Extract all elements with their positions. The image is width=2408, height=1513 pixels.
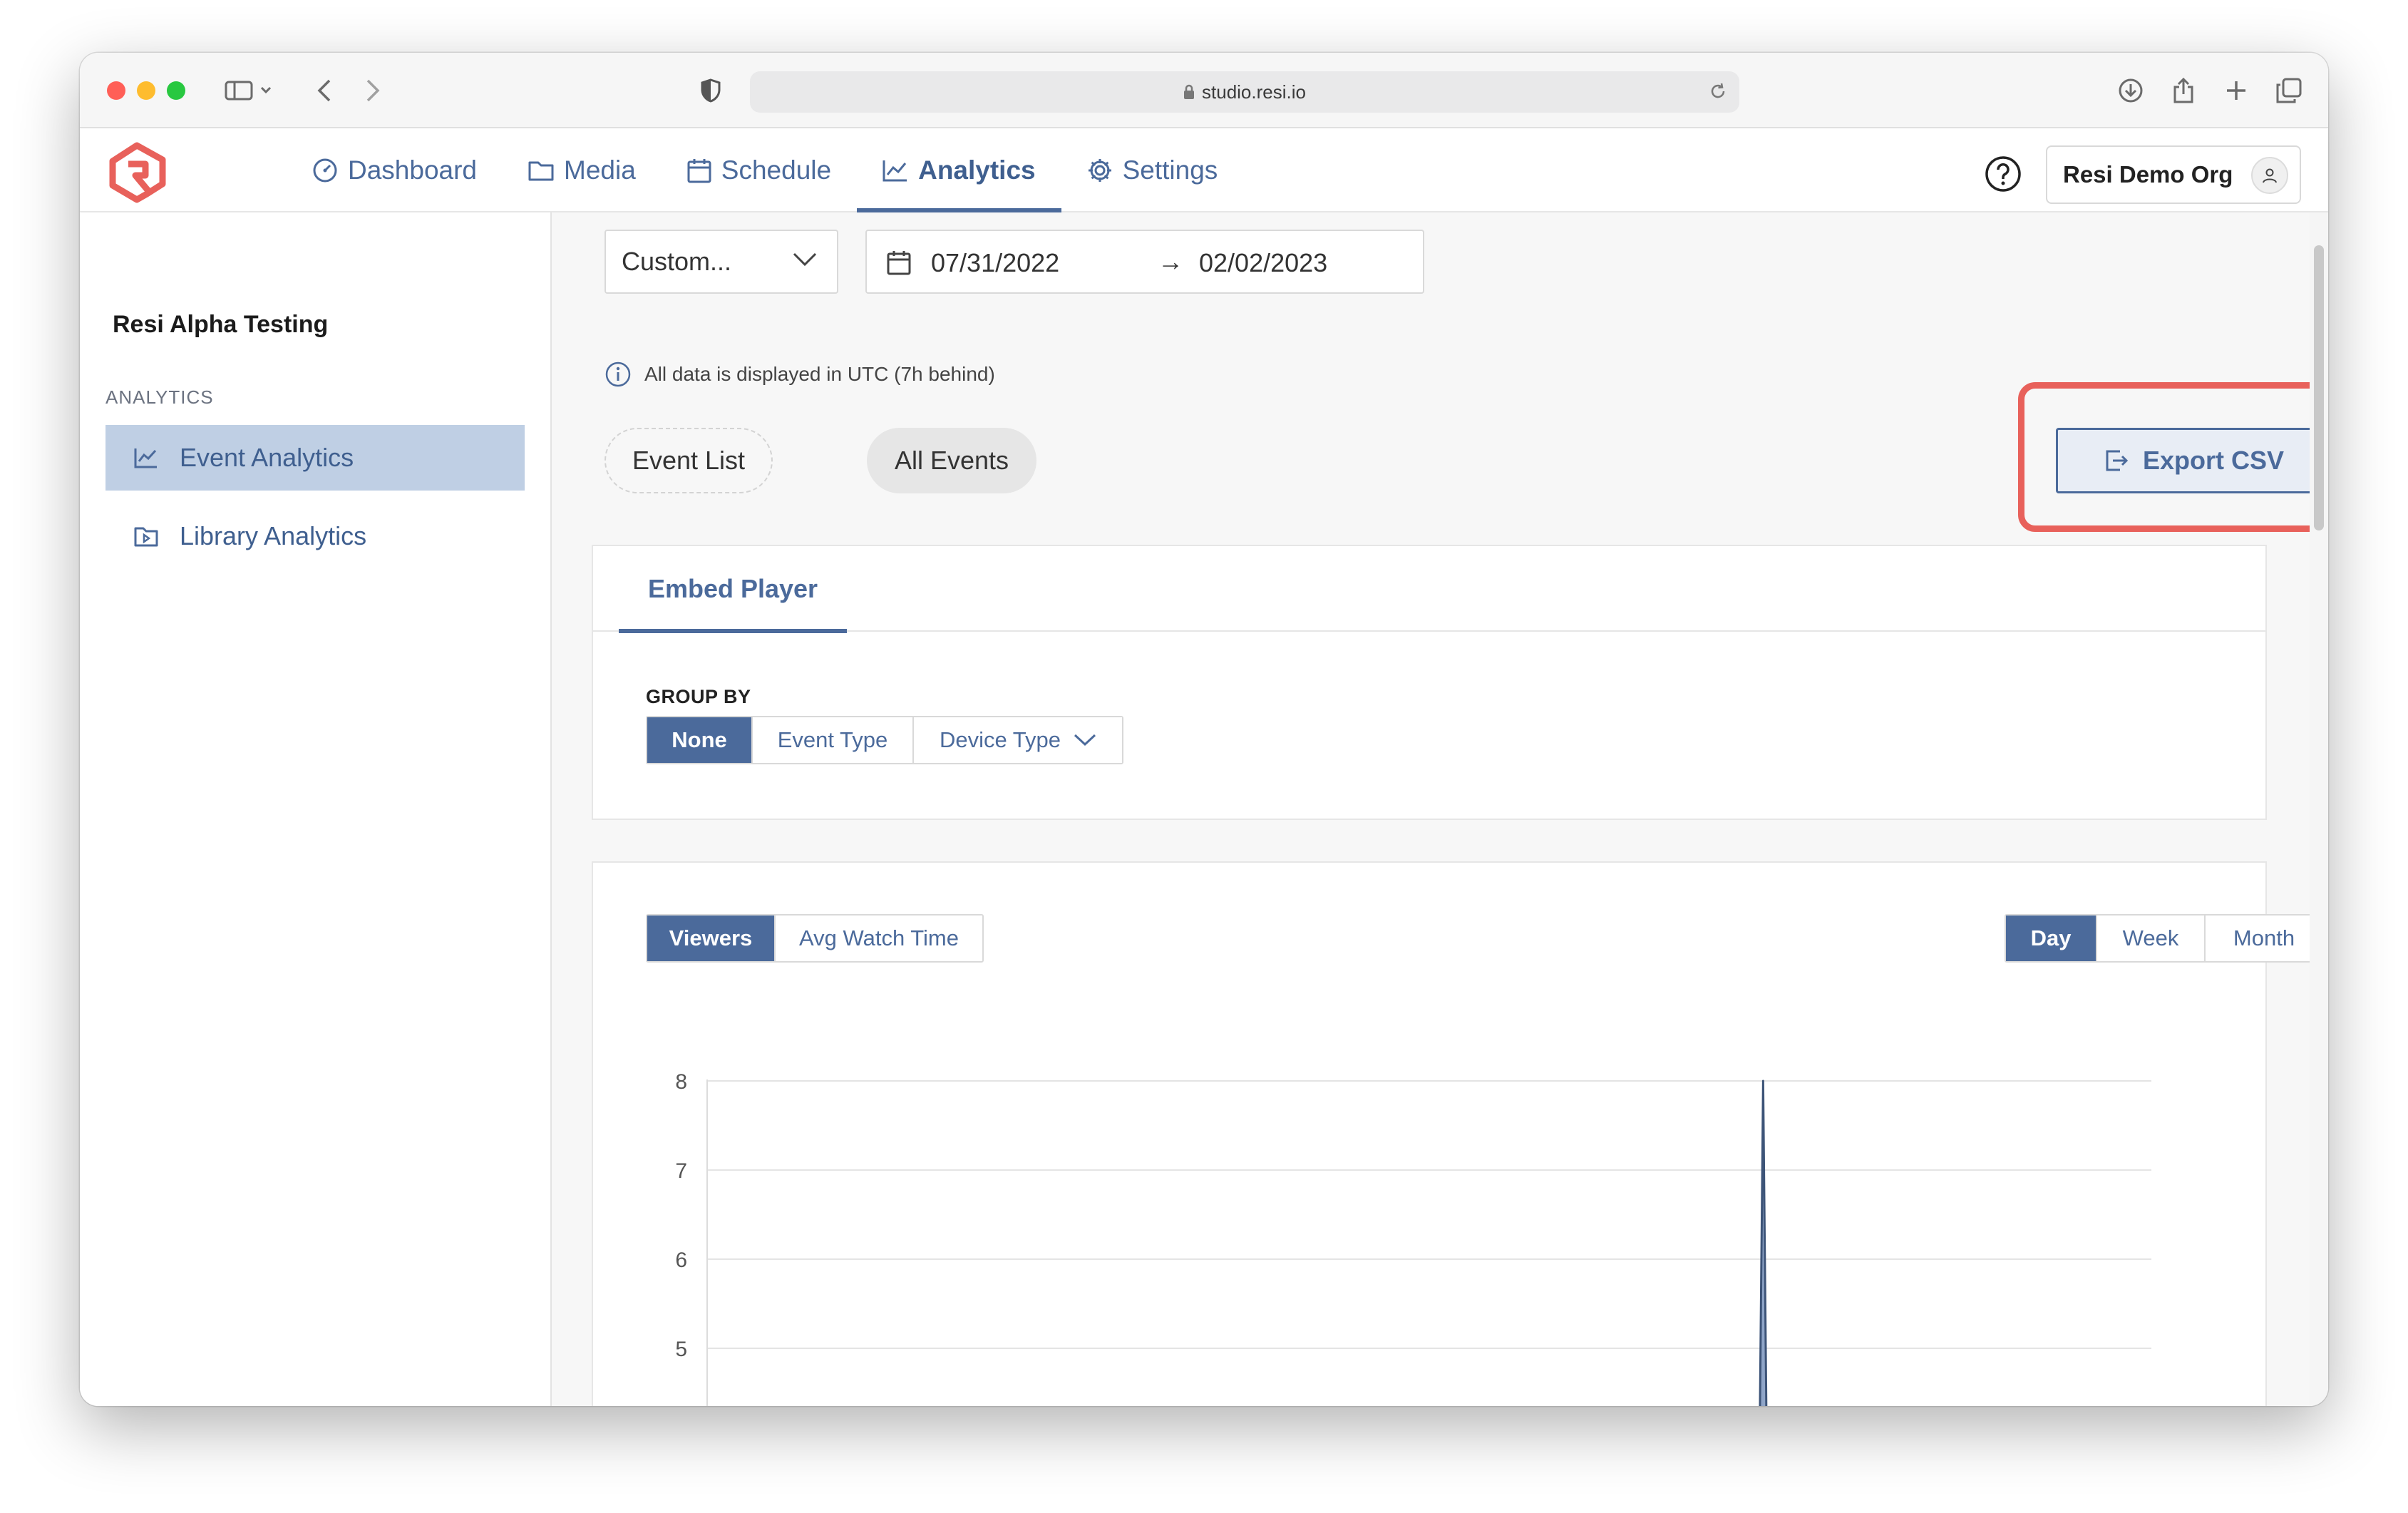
viewers-chart: 87654 (675, 1070, 2151, 1406)
panel-tabs: Embed Player (593, 546, 2265, 633)
user-avatar-icon (2251, 157, 2288, 194)
nav-schedule[interactable]: Schedule (662, 128, 857, 212)
group-by-event-type[interactable]: Event Type (753, 717, 914, 763)
help-icon[interactable] (1985, 155, 2022, 193)
scrollbar[interactable] (2310, 212, 2328, 1406)
export-csv-button[interactable]: Export CSV (2056, 428, 2328, 493)
sidebar-title: Resi Alpha Testing (113, 311, 329, 338)
browser-toolbar: studio.resi.io (80, 53, 2328, 128)
utc-note-text: All data is displayed in UTC (7h behind) (644, 363, 995, 385)
all-events-button[interactable]: All Events (867, 428, 1036, 493)
date-range-picker[interactable]: 07/31/2022 → 02/02/2023 (865, 230, 1424, 294)
sidebar-item-event-analytics[interactable]: Event Analytics (106, 425, 525, 491)
minimize-window-button[interactable] (137, 81, 155, 100)
scrollbar-thumb[interactable] (2314, 245, 2324, 530)
chevron-down-icon (1074, 734, 1096, 747)
privacy-shield-icon[interactable] (693, 71, 729, 110)
line-chart-icon (134, 447, 158, 468)
browser-window: studio.resi.io Dashboard Media Schedule … (80, 53, 2328, 1406)
dashboard-gauge-icon (312, 158, 338, 183)
line-chart-icon (883, 159, 908, 182)
start-date-input[interactable]: 07/31/2022 (931, 248, 1059, 278)
downloads-icon[interactable] (2113, 71, 2149, 110)
calendar-icon (687, 158, 711, 183)
resi-logo-icon[interactable] (104, 141, 170, 204)
calendar-icon (887, 250, 911, 275)
address-bar[interactable]: studio.resi.io (750, 71, 1739, 113)
folder-icon (528, 160, 554, 181)
sidebar-item-label: Event Analytics (180, 443, 354, 472)
org-name: Resi Demo Org (2063, 161, 2233, 188)
sidebar-toggle-icon[interactable] (220, 71, 279, 110)
chart-panel: Viewers Avg Watch Time Day Week Month 87… (592, 861, 2324, 1406)
folder-play-icon (134, 525, 158, 547)
new-tab-icon[interactable] (2218, 71, 2254, 110)
sidebar-item-label: Library Analytics (180, 521, 367, 550)
sidebar: Resi Alpha Testing ANALYTICS Event Analy… (80, 212, 552, 1406)
url-text: studio.resi.io (1202, 81, 1306, 103)
forward-icon[interactable] (355, 71, 391, 110)
group-by-none[interactable]: None (647, 717, 753, 763)
group-by-device-type-label: Device Type (939, 727, 1061, 752)
tab-embed-player[interactable]: Embed Player (619, 546, 847, 633)
sidebar-item-library-analytics[interactable]: Library Analytics (106, 503, 525, 569)
group-by-device-type[interactable]: Device Type (914, 717, 1122, 763)
zoom-window-button[interactable] (167, 81, 185, 100)
sidebar-section-label: ANALYTICS (106, 386, 214, 408)
nav-dashboard-label: Dashboard (348, 155, 478, 185)
close-window-button[interactable] (107, 81, 125, 100)
group-by-segmented: None Event Type Device Type (646, 716, 1123, 764)
embed-player-panel: Embed Player GROUP BY None Event Type De… (592, 545, 2267, 820)
export-csv-label: Export CSV (2142, 446, 2285, 475)
main-nav: Dashboard Media Schedule Analytics Setti… (287, 128, 1243, 212)
nav-settings[interactable]: Settings (1061, 128, 1244, 212)
y-tick-label: 5 (675, 1338, 687, 1361)
y-tick-label: 8 (675, 1070, 687, 1094)
nav-settings-label: Settings (1122, 155, 1218, 185)
nav-media[interactable]: Media (503, 128, 662, 212)
app-header: Dashboard Media Schedule Analytics Setti… (80, 128, 2328, 212)
share-icon[interactable] (2166, 71, 2201, 110)
nav-analytics[interactable]: Analytics (857, 128, 1061, 212)
gear-icon (1087, 158, 1113, 183)
group-by-label: GROUP BY (646, 686, 751, 707)
reload-icon[interactable] (1708, 81, 1728, 101)
end-date-input[interactable]: 02/02/2023 (1199, 248, 1327, 278)
info-icon (604, 361, 632, 388)
tab-overview-icon[interactable] (2271, 71, 2307, 110)
lock-icon (1183, 84, 1195, 100)
export-icon (2104, 448, 2129, 473)
back-icon[interactable] (307, 71, 342, 110)
org-switcher-button[interactable]: Resi Demo Org (2046, 145, 2301, 204)
nav-media-label: Media (564, 155, 636, 185)
event-list-button[interactable]: Event List (604, 428, 773, 493)
range-preset-select[interactable]: Custom... (604, 230, 838, 294)
nav-schedule-label: Schedule (721, 155, 832, 185)
range-arrow: → (1158, 247, 1183, 276)
nav-dashboard[interactable]: Dashboard (287, 128, 503, 212)
main-content: Custom... 07/31/2022 → 02/02/2023 All da… (552, 212, 2328, 1406)
y-tick-label: 7 (675, 1159, 687, 1183)
series-spike[interactable] (1759, 1079, 1768, 1406)
y-tick-label: 6 (675, 1248, 687, 1272)
range-preset-value: Custom... (622, 247, 732, 276)
utc-note: All data is displayed in UTC (7h behind) (604, 361, 995, 388)
nav-analytics-label: Analytics (918, 155, 1036, 185)
chevron-down-icon (793, 252, 817, 267)
